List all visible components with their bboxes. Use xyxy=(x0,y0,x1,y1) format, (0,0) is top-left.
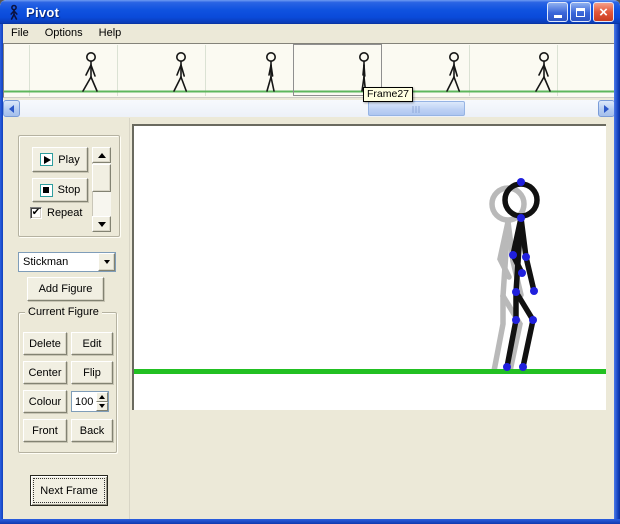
speed-up-button[interactable] xyxy=(92,147,111,163)
joint-handle[interactable] xyxy=(509,251,517,259)
joint-handle[interactable] xyxy=(519,363,527,371)
title-bar: Pivot × xyxy=(0,0,620,24)
window-border-right xyxy=(614,24,620,524)
colour-label: Colour xyxy=(28,395,62,408)
play-label: Play xyxy=(58,153,80,166)
scrollbar-thumb[interactable] xyxy=(368,101,465,116)
minimize-button[interactable] xyxy=(547,2,568,22)
frame-thumbnail[interactable] xyxy=(266,51,276,92)
frame-thumbnail[interactable] xyxy=(535,51,551,92)
window-border-left xyxy=(0,24,3,524)
spin-up-icon xyxy=(99,394,105,399)
filmstrip-scrollbar[interactable] xyxy=(3,100,615,117)
app-window: Pivot × File Options Help Frame27 Play S… xyxy=(0,0,620,524)
joint-handle[interactable] xyxy=(522,253,530,261)
center-button[interactable]: Center xyxy=(23,361,67,384)
chevron-down-icon xyxy=(103,260,110,264)
scroll-left-button[interactable] xyxy=(3,100,20,117)
scale-up-button[interactable] xyxy=(96,392,108,402)
menu-bar: File Options Help xyxy=(3,24,614,42)
flip-button[interactable]: Flip xyxy=(71,361,113,384)
frame-thumbnail[interactable] xyxy=(82,51,98,92)
minimize-icon xyxy=(553,15,562,18)
filmstrip[interactable] xyxy=(3,43,615,98)
menu-help[interactable]: Help xyxy=(91,25,130,41)
speed-down-button[interactable] xyxy=(92,216,111,232)
speed-scrollbar[interactable] xyxy=(92,147,111,232)
joint-handle[interactable] xyxy=(530,287,538,295)
scale-value: 100 xyxy=(75,395,94,408)
chevron-right-icon xyxy=(604,104,609,113)
joint-handle[interactable] xyxy=(529,316,537,324)
edit-label: Edit xyxy=(82,337,102,350)
back-label: Back xyxy=(79,424,105,437)
maximize-button[interactable] xyxy=(570,2,591,22)
combo-dropdown-button[interactable] xyxy=(98,253,115,271)
close-icon: × xyxy=(599,3,608,21)
arrow-down-icon xyxy=(97,221,106,227)
joint-handle[interactable] xyxy=(512,316,520,324)
frame-tooltip: Frame27 xyxy=(363,87,414,102)
joint-handle[interactable] xyxy=(517,214,525,222)
ground-line xyxy=(134,369,606,374)
add-figure-button[interactable]: Add Figure xyxy=(27,277,104,301)
control-panel: Play Stop ✔ Repeat Stickman Add Figure C… xyxy=(3,118,130,519)
scroll-right-button[interactable] xyxy=(598,100,615,117)
scale-down-button[interactable] xyxy=(96,401,108,411)
scale-spinner[interactable]: 100 xyxy=(71,391,109,412)
joint-handle[interactable] xyxy=(512,288,520,296)
add-figure-label: Add Figure xyxy=(38,283,93,295)
repeat-checkbox[interactable]: ✔ xyxy=(30,207,42,219)
arrow-up-icon xyxy=(97,152,106,158)
joint-handle[interactable] xyxy=(503,363,511,371)
frame-thumbnail[interactable] xyxy=(173,51,188,92)
play-icon xyxy=(40,153,54,166)
back-button[interactable]: Back xyxy=(71,419,113,442)
chevron-left-icon xyxy=(9,104,14,113)
spin-down-icon xyxy=(99,404,105,409)
delete-button[interactable]: Delete xyxy=(23,332,67,355)
current-figure-title: Current Figure xyxy=(25,306,102,318)
joint-handle[interactable] xyxy=(517,178,525,186)
close-button[interactable]: × xyxy=(593,2,614,22)
figure-select-value: Stickman xyxy=(23,256,69,268)
speed-thumb[interactable] xyxy=(92,164,111,192)
stick-figure-canvas[interactable] xyxy=(134,126,606,410)
maximize-icon xyxy=(576,7,585,17)
menu-options[interactable]: Options xyxy=(37,25,91,41)
animation-canvas[interactable] xyxy=(132,124,606,410)
window-border-bottom xyxy=(0,519,620,524)
app-icon xyxy=(10,4,18,20)
frame-thumbnail[interactable] xyxy=(359,51,369,92)
window-title: Pivot xyxy=(26,4,60,20)
delete-label: Delete xyxy=(29,337,61,350)
filmstrip-frames[interactable] xyxy=(4,44,614,97)
frame-thumbnail[interactable] xyxy=(446,51,461,92)
stop-label: Stop xyxy=(57,184,81,196)
colour-button[interactable]: Colour xyxy=(23,390,67,413)
stop-icon xyxy=(39,183,53,197)
edit-button[interactable]: Edit xyxy=(71,332,113,355)
menu-file[interactable]: File xyxy=(3,25,37,41)
play-button[interactable]: Play xyxy=(32,147,88,172)
stop-button[interactable]: Stop xyxy=(32,178,88,202)
front-label: Front xyxy=(32,424,58,437)
next-frame-button[interactable]: Next Frame xyxy=(30,475,108,506)
figure-select[interactable]: Stickman xyxy=(18,252,116,272)
center-label: Center xyxy=(28,366,62,379)
repeat-label: Repeat xyxy=(47,207,83,219)
joint-handle[interactable] xyxy=(518,269,526,277)
check-icon: ✔ xyxy=(31,207,41,218)
front-button[interactable]: Front xyxy=(23,419,67,442)
focus-ring xyxy=(33,478,105,503)
flip-label: Flip xyxy=(83,366,101,379)
